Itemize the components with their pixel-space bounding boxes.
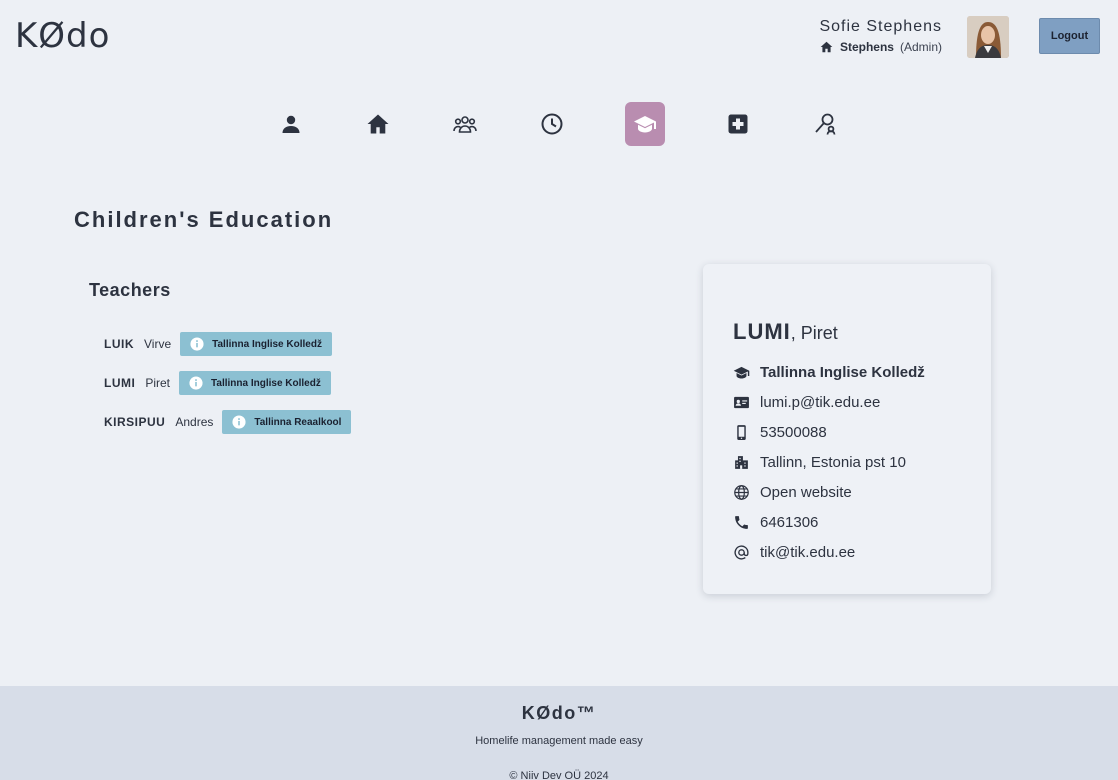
detail-school: Tallinna Inglise Kolledž: [733, 364, 925, 381]
teacher-row[interactable]: LUIK Virve Tallinna Inglise Kolledž: [104, 332, 332, 356]
medical-icon: [728, 114, 748, 134]
footer-tagline: Homelife management made easy: [475, 735, 643, 747]
detail-email[interactable]: lumi.p@tik.edu.ee: [733, 394, 880, 411]
search-person-icon: [815, 113, 836, 135]
family-icon: [453, 116, 477, 133]
detail-website-link[interactable]: Open website: [733, 484, 852, 501]
school-tag-label: Tallinna Reaalkool: [254, 416, 342, 428]
teacher-first-name: Piret: [145, 376, 171, 390]
avatar-photo: [967, 16, 1009, 58]
at-sign-icon: [734, 545, 749, 560]
school-tag-label: Tallinna Inglise Kolledž: [211, 377, 321, 389]
teacher-detail-name: LUMI, Piret: [733, 319, 838, 345]
detail-school-email[interactable]: tik@tik.edu.ee: [733, 544, 855, 561]
school-icon: [733, 366, 750, 379]
building-icon: [735, 456, 748, 469]
clock-icon: [541, 113, 563, 135]
detail-email-label: lumi.p@tik.edu.ee: [760, 394, 881, 411]
detail-address: Tallinn, Estonia pst 10: [733, 454, 906, 471]
school-tag[interactable]: Tallinna Reaalkool: [222, 410, 352, 434]
footer-brand: KØdo™: [521, 703, 597, 723]
phone-icon: [735, 516, 748, 529]
detail-last-name: LUMI: [733, 319, 791, 344]
household-info: Stephens (Admin): [819, 40, 942, 54]
detail-mobile-label: 53500088: [760, 424, 827, 441]
nav-home[interactable]: [358, 102, 398, 146]
school-tag-label: Tallinna Inglise Kolledž: [212, 338, 322, 350]
teacher-last-name: KIRSIPUU: [104, 415, 166, 429]
teachers-heading: Teachers: [89, 280, 171, 300]
teacher-first-name: Virve: [144, 337, 172, 351]
home-icon: [820, 41, 833, 53]
teacher-last-name: LUMI: [104, 376, 136, 390]
teacher-first-name: Andres: [175, 415, 214, 429]
user-name: Sofie Stephens: [819, 18, 942, 35]
detail-website-label: Open website: [760, 484, 852, 501]
teacher-row[interactable]: KIRSIPUU Andres Tallinna Reaalkool: [104, 410, 352, 434]
info-icon: [189, 376, 203, 390]
footer-copyright: © Niiv Dev OÜ 2024: [509, 770, 609, 780]
detail-mobile[interactable]: 53500088: [733, 424, 827, 441]
nav-medical[interactable]: [718, 102, 758, 146]
teacher-last-name: LUIK: [104, 337, 134, 351]
detail-address-label: Tallinn, Estonia pst 10: [760, 454, 906, 471]
school-tag[interactable]: Tallinna Inglise Kolledž: [179, 371, 331, 395]
globe-icon: [734, 485, 749, 500]
detail-school-email-label: tik@tik.edu.ee: [760, 544, 856, 561]
app-logo[interactable]: KØdo: [15, 16, 110, 56]
detail-school-label: Tallinna Inglise Kolledž: [760, 364, 925, 381]
nav-clock[interactable]: [532, 102, 572, 146]
nav-search-person[interactable]: [805, 102, 845, 146]
page-title: Children's Education: [74, 207, 334, 232]
info-icon: [190, 337, 204, 351]
person-icon: [282, 115, 300, 133]
household-name: Stephens: [839, 40, 894, 54]
home-icon: [367, 114, 389, 134]
user-info: Sofie Stephens Stephens (Admin): [819, 18, 942, 54]
footer: KØdo™ Homelife management made easy © Ni…: [0, 686, 1118, 780]
avatar[interactable]: [967, 16, 1009, 58]
teacher-detail-card: LUMI, Piret Tallinna Inglise Kolledž lum…: [703, 264, 991, 594]
contact-card-icon: [734, 396, 749, 409]
education-icon: [634, 116, 656, 133]
school-tag[interactable]: Tallinna Inglise Kolledž: [180, 332, 332, 356]
nav-family[interactable]: [445, 102, 485, 146]
detail-phone[interactable]: 6461306: [733, 514, 818, 531]
info-icon: [232, 415, 246, 429]
detail-phone-label: 6461306: [760, 514, 819, 531]
detail-first-name: , Piret: [790, 323, 838, 343]
nav-person[interactable]: [271, 102, 311, 146]
user-role: (Admin): [899, 40, 942, 54]
teacher-row[interactable]: LUMI Piret Tallinna Inglise Kolledž: [104, 371, 331, 395]
logout-button[interactable]: Logout: [1039, 18, 1100, 54]
main-nav: [0, 102, 1118, 146]
mobile-phone-icon: [737, 425, 746, 440]
nav-education[interactable]: [625, 102, 665, 146]
